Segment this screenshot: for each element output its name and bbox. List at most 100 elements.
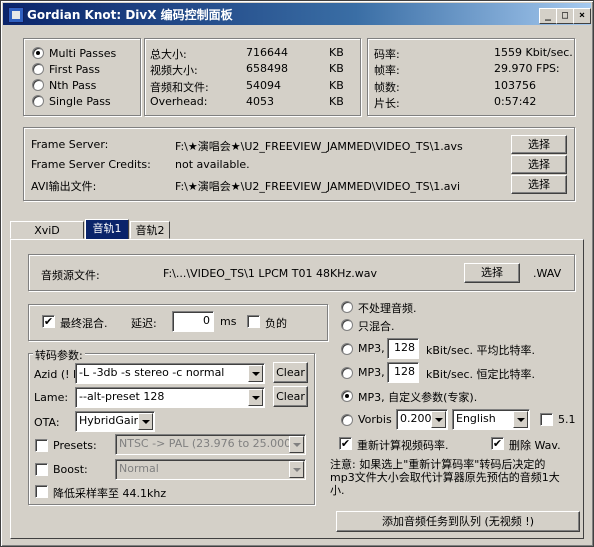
mix-only-label: 只混合. xyxy=(358,320,395,333)
avi-output-select-button[interactable]: 选择 xyxy=(511,175,567,194)
maximize-button[interactable]: □ xyxy=(556,8,574,24)
mp3-cbr-label: MP3, xyxy=(358,366,385,379)
pass-nth-radio[interactable] xyxy=(32,79,44,91)
presets-label: Presets: xyxy=(53,439,97,452)
pass-single-label: Single Pass xyxy=(49,95,111,108)
add-audio-job-button[interactable]: 添加音频任务到队列 (无视频 !) xyxy=(336,511,580,532)
pass-single-radio[interactable] xyxy=(32,95,44,107)
surround-label: 5.1 xyxy=(558,413,576,426)
credits-select-button[interactable]: 选择 xyxy=(511,155,567,174)
pass-multi-label: Multi Passes xyxy=(49,47,117,60)
size-value-overhead: 4053 xyxy=(246,95,274,108)
close-button[interactable]: × xyxy=(573,8,591,24)
main-window: Gordian Knot: DivX 编码控制面板 _ □ × Multi Pa… xyxy=(0,0,594,547)
azid-clear-button[interactable]: Clear xyxy=(273,362,308,383)
presets-dropdown[interactable]: NTSC -> PAL (23.976 to 25.000) xyxy=(115,434,306,455)
audio-source-path: F:\...\VIDEO_TS\1 LPCM T01 48KHz.wav xyxy=(163,267,377,280)
frame-server-select-button[interactable]: 选择 xyxy=(511,135,567,154)
final-mix-checkbox[interactable]: ✔ xyxy=(42,315,55,328)
delay-label: 延迟: xyxy=(131,317,157,330)
pass-first-radio[interactable] xyxy=(32,63,44,75)
lame-clear-button[interactable]: Clear xyxy=(273,386,308,407)
vorbis-language-value: English xyxy=(456,412,496,425)
presets-checkbox[interactable] xyxy=(35,439,48,452)
chevron-down-icon[interactable] xyxy=(289,461,304,478)
size-label-audio: 音频和文件: xyxy=(150,81,209,94)
avi-output-label: AVI输出文件: xyxy=(31,180,97,193)
delete-wav-label: 删除 Wav. xyxy=(509,439,561,452)
final-mix-label: 最终混合. xyxy=(60,317,108,330)
boost-label: Boost: xyxy=(53,463,88,476)
ota-dropdown[interactable]: HybridGain xyxy=(75,411,155,432)
stat-label-duration: 片长: xyxy=(374,97,400,110)
vorbis-quality-dropdown[interactable]: 0.200 xyxy=(396,409,448,430)
boost-value: Normal xyxy=(119,462,159,475)
resample-label: 降低采样率至 44.1khz xyxy=(53,487,167,500)
chevron-down-icon[interactable] xyxy=(289,436,304,453)
chevron-down-icon[interactable] xyxy=(248,365,263,382)
mp3-cbr-suffix: kBit/sec. 恒定比特率. xyxy=(426,368,536,381)
boost-checkbox[interactable] xyxy=(35,463,48,476)
surround-checkbox[interactable] xyxy=(540,413,553,426)
tab-xvid[interactable]: XviD xyxy=(10,221,84,239)
size-unit: KB xyxy=(329,79,344,92)
audio-source-select-button[interactable]: 选择 xyxy=(464,263,520,283)
size-unit: KB xyxy=(329,46,344,59)
mp3-cbr-bitrate-input[interactable]: 128 xyxy=(387,362,419,383)
tab-audio1[interactable]: 音轨1 xyxy=(85,219,129,240)
stat-value-fps: 29.970 FPS: xyxy=(494,62,560,75)
pass-multi-radio[interactable] xyxy=(32,47,44,59)
delay-input[interactable]: 0 xyxy=(172,311,214,332)
delete-wav-checkbox[interactable]: ✔ xyxy=(491,437,504,450)
lame-dropdown[interactable]: --alt-preset 128 xyxy=(75,387,265,408)
mp3-custom-radio[interactable] xyxy=(341,390,353,402)
stat-label-frames: 帧数: xyxy=(374,81,400,94)
recalc-video-label: 重新计算视频码率. xyxy=(357,439,449,452)
size-label-overhead: Overhead: xyxy=(150,95,208,108)
minimize-button[interactable]: _ xyxy=(539,8,557,24)
azid-value: -L -3db -s stereo -c normal xyxy=(79,366,225,379)
mix-only-radio[interactable] xyxy=(341,319,353,331)
window-title: Gordian Knot: DivX 编码控制面板 xyxy=(27,8,233,22)
mp3-cbr-radio[interactable] xyxy=(341,367,353,379)
mp3-avg-radio[interactable] xyxy=(341,343,353,355)
chevron-down-icon[interactable] xyxy=(248,389,263,406)
size-unit: KB xyxy=(329,95,344,108)
ota-label: OTA: xyxy=(34,416,60,429)
vorbis-language-dropdown[interactable]: English xyxy=(452,409,530,430)
tab-audio2[interactable]: 音轨2 xyxy=(130,221,170,239)
size-label-total: 总大小: xyxy=(150,48,187,61)
vorbis-radio[interactable] xyxy=(341,414,353,426)
presets-value: NTSC -> PAL (23.976 to 25.000) xyxy=(119,437,296,450)
encode-params-title: 转码参数: xyxy=(33,347,85,363)
chevron-down-icon[interactable] xyxy=(138,413,153,430)
chevron-down-icon[interactable] xyxy=(431,411,446,428)
stat-value-frames: 103756 xyxy=(494,79,536,92)
audio-extension-label: .WAV xyxy=(533,267,562,280)
no-process-radio[interactable] xyxy=(341,301,353,313)
azid-dropdown[interactable]: -L -3db -s stereo -c normal xyxy=(75,363,265,384)
negative-delay-checkbox[interactable] xyxy=(247,315,260,328)
size-label-video: 视频大小: xyxy=(150,64,198,77)
mp3-avg-bitrate-input[interactable]: 128 xyxy=(387,338,419,359)
title-bar[interactable]: Gordian Knot: DivX 编码控制面板 _ □ × xyxy=(3,3,591,25)
boost-dropdown[interactable]: Normal xyxy=(115,459,306,480)
lame-value: --alt-preset 128 xyxy=(79,390,165,403)
stat-label-bitrate: 码率: xyxy=(374,48,400,61)
stat-label-fps: 帧率: xyxy=(374,64,400,77)
pass-first-label: First Pass xyxy=(49,63,100,76)
frame-server-label: Frame Server: xyxy=(31,138,109,151)
frame-server-credits-label: Frame Server Credits: xyxy=(31,158,151,171)
lame-label: Lame: xyxy=(34,391,69,404)
recalc-video-checkbox[interactable]: ✔ xyxy=(339,437,352,450)
frame-server-credits-value: not available. xyxy=(175,158,250,171)
mp3-avg-label: MP3, xyxy=(358,342,385,355)
size-value-video: 658498 xyxy=(246,62,288,75)
stat-value-duration: 0:57:42 xyxy=(494,95,537,108)
chevron-down-icon[interactable] xyxy=(513,411,528,428)
resample-checkbox[interactable] xyxy=(35,485,48,498)
ota-value: HybridGain xyxy=(79,414,141,427)
vorbis-quality-value: 0.200 xyxy=(400,412,432,425)
negative-delay-label: 负的 xyxy=(265,317,287,330)
size-unit: KB xyxy=(329,62,344,75)
